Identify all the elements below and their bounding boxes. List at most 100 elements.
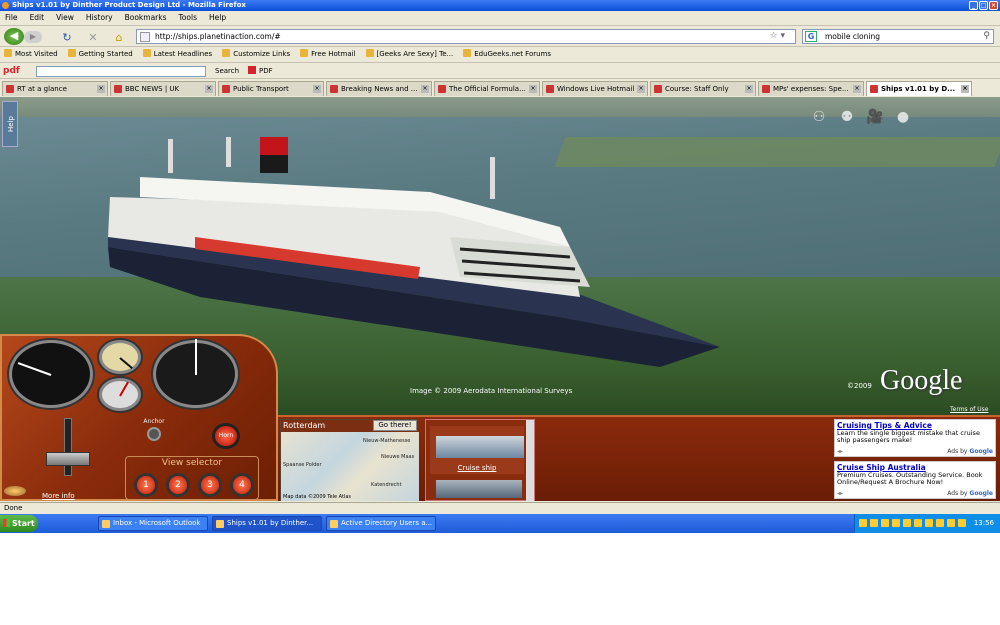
city-name: Rotterdam bbox=[283, 421, 326, 430]
bookmark-free-hotmail[interactable]: Free Hotmail bbox=[300, 48, 355, 61]
ad-nav-arrows-icon[interactable]: ◂▸ bbox=[837, 490, 843, 497]
terms-of-use-link[interactable]: Terms of Use bbox=[950, 406, 988, 413]
help-tab[interactable]: Help bbox=[2, 101, 18, 147]
tab-close-icon[interactable]: × bbox=[529, 85, 537, 93]
view-selector-label: View selector bbox=[161, 458, 223, 468]
home-icon[interactable]: ⌂ bbox=[112, 31, 126, 44]
tab-mps-expenses[interactable]: MPs' expenses: Spe... × bbox=[758, 81, 864, 96]
menu-view[interactable]: View bbox=[56, 12, 74, 24]
google-search-engine-icon[interactable]: G bbox=[805, 31, 817, 42]
tab-formula[interactable]: The Official Formula... × bbox=[434, 81, 540, 96]
more-info-link[interactable]: More info bbox=[42, 492, 75, 500]
tab-public-transport[interactable]: Public Transport × bbox=[218, 81, 324, 96]
tray-icon[interactable] bbox=[892, 519, 900, 527]
tab-close-icon[interactable]: × bbox=[97, 85, 105, 93]
minimize-button[interactable]: _ bbox=[969, 1, 978, 10]
anchor-toggle[interactable]: Anchor bbox=[142, 418, 166, 444]
view-mode-2-icon[interactable]: ⚉ bbox=[836, 107, 858, 127]
pdf-button[interactable]: PDF bbox=[248, 63, 273, 79]
url-bar[interactable]: http://ships.planetinaction.com/# ☆ ▾ bbox=[136, 29, 796, 44]
ad-item[interactable]: Cruise Ship Australia Premium Cruises. O… bbox=[834, 461, 996, 499]
search-input[interactable]: G mobile cloning ⚲ bbox=[802, 29, 994, 44]
view-button-3[interactable]: 3 bbox=[198, 473, 222, 497]
toggle-switch-icon[interactable] bbox=[147, 427, 161, 441]
tray-icon[interactable] bbox=[859, 519, 867, 527]
zoom-icon[interactable]: ● bbox=[892, 107, 914, 127]
ads-by-google[interactable]: Ads by Google bbox=[947, 490, 993, 497]
view-mode-1-icon[interactable]: ⚇ bbox=[808, 107, 830, 127]
ship-funnel-base bbox=[260, 155, 288, 173]
menu-help[interactable]: Help bbox=[209, 12, 226, 24]
tab-close-icon[interactable]: × bbox=[421, 85, 429, 93]
imagery-credit: Image © 2009 Aerodata International Surv… bbox=[410, 387, 573, 395]
tray-icon[interactable] bbox=[925, 519, 933, 527]
bookmark-most-visited[interactable]: Most Visited bbox=[4, 48, 58, 61]
city-minimap[interactable]: Nieuw-Mathenesse Nieuwe Maas Spaanse Pol… bbox=[281, 432, 419, 501]
tab-rt-at-a-glance[interactable]: RT at a glance × bbox=[2, 81, 108, 96]
bookmark-customize-links[interactable]: Customize Links bbox=[222, 48, 290, 61]
bookmark-star-icon[interactable]: ☆ ▾ bbox=[770, 30, 785, 43]
cruise-ship-model[interactable] bbox=[100, 137, 720, 367]
tab-close-icon[interactable]: × bbox=[853, 85, 861, 93]
tab-course-staff[interactable]: Course: Staff Only × bbox=[650, 81, 756, 96]
throttle-handle[interactable] bbox=[46, 452, 90, 466]
menu-history[interactable]: History bbox=[86, 12, 113, 24]
tab-close-icon[interactable]: × bbox=[637, 85, 645, 93]
reload-icon[interactable]: ↻ bbox=[60, 31, 74, 44]
view-button-4[interactable]: 4 bbox=[230, 473, 254, 497]
tray-icon[interactable] bbox=[903, 519, 911, 527]
tab-close-icon[interactable]: × bbox=[313, 85, 321, 93]
throttle-rail bbox=[64, 418, 72, 476]
tray-icon[interactable] bbox=[914, 519, 922, 527]
tray-icon[interactable] bbox=[936, 519, 944, 527]
tray-icon[interactable] bbox=[958, 519, 966, 527]
search-icon[interactable]: ⚲ bbox=[983, 30, 990, 43]
ship-mast-3 bbox=[490, 157, 495, 199]
taskbar-outlook[interactable]: Inbox - Microsoft Outlook bbox=[98, 516, 208, 531]
tab-breaking-news[interactable]: Breaking News and ... × bbox=[326, 81, 432, 96]
bookmark-edugeeks[interactable]: EduGeeks.net Forums bbox=[463, 48, 551, 61]
tray-icon[interactable] bbox=[947, 519, 955, 527]
menu-tools[interactable]: Tools bbox=[179, 12, 197, 24]
tray-icon[interactable] bbox=[870, 519, 878, 527]
stop-icon[interactable]: ✕ bbox=[86, 31, 100, 44]
ad-item[interactable]: Cruising Tips & Advice Learn the single … bbox=[834, 419, 996, 457]
ship-list-scrollbar[interactable] bbox=[526, 420, 534, 501]
start-button[interactable]: Start bbox=[0, 515, 38, 532]
taskbar-active-directory[interactable]: Active Directory Users a... bbox=[326, 516, 436, 531]
back-button[interactable]: ◀ bbox=[4, 28, 24, 45]
throttle-lever[interactable] bbox=[46, 418, 94, 476]
menu-edit[interactable]: Edit bbox=[30, 12, 45, 24]
view-button-1[interactable]: 1 bbox=[134, 473, 158, 497]
horn-button[interactable]: Horn bbox=[212, 423, 240, 449]
bookmark-latest-headlines[interactable]: Latest Headlines bbox=[143, 48, 212, 61]
bookmark-getting-started[interactable]: Getting Started bbox=[68, 48, 133, 61]
pdf-search-button[interactable]: Search bbox=[215, 63, 239, 79]
go-there-button[interactable]: Go there! bbox=[373, 420, 417, 431]
tab-close-icon[interactable]: × bbox=[745, 85, 753, 93]
tab-close-icon[interactable]: × bbox=[205, 85, 213, 93]
bookmark-geeks-are-sexy[interactable]: [Geeks Are Sexy] Te... bbox=[366, 48, 454, 61]
menu-file[interactable]: File bbox=[5, 12, 18, 24]
ship-dashboard: Anchor Horn View selector 1 2 3 4 More i… bbox=[0, 334, 278, 501]
city-select[interactable]: Rotterdam Go there! bbox=[281, 420, 419, 432]
planet-in-action-logo-icon[interactable] bbox=[4, 486, 26, 496]
camera-icon[interactable]: 🎥 bbox=[864, 107, 886, 127]
view-button-2[interactable]: 2 bbox=[166, 473, 190, 497]
ship-thumbnail-2[interactable] bbox=[436, 480, 522, 498]
close-button[interactable]: × bbox=[989, 1, 998, 10]
ship-list-item[interactable]: Cruise ship bbox=[430, 426, 524, 474]
tab-ships[interactable]: Ships v1.01 by D... × bbox=[866, 81, 972, 96]
ad-nav-arrows-icon[interactable]: ◂▸ bbox=[837, 448, 843, 455]
tray-icon[interactable] bbox=[881, 519, 889, 527]
maximize-button[interactable]: □ bbox=[979, 1, 988, 10]
tab-hotmail[interactable]: Windows Live Hotmail × bbox=[542, 81, 648, 96]
pdf-search-input[interactable] bbox=[36, 66, 206, 77]
menu-bookmarks[interactable]: Bookmarks bbox=[125, 12, 167, 24]
tab-close-icon[interactable]: × bbox=[961, 85, 969, 93]
ads-by-google[interactable]: Ads by Google bbox=[947, 448, 993, 455]
forward-button[interactable]: ▶ bbox=[24, 31, 42, 43]
ship-caption[interactable]: Cruise ship bbox=[430, 464, 524, 472]
tab-bbc-news[interactable]: BBC NEWS | UK × bbox=[110, 81, 216, 96]
taskbar-firefox[interactable]: Ships v1.01 by Dinther... bbox=[212, 516, 322, 531]
